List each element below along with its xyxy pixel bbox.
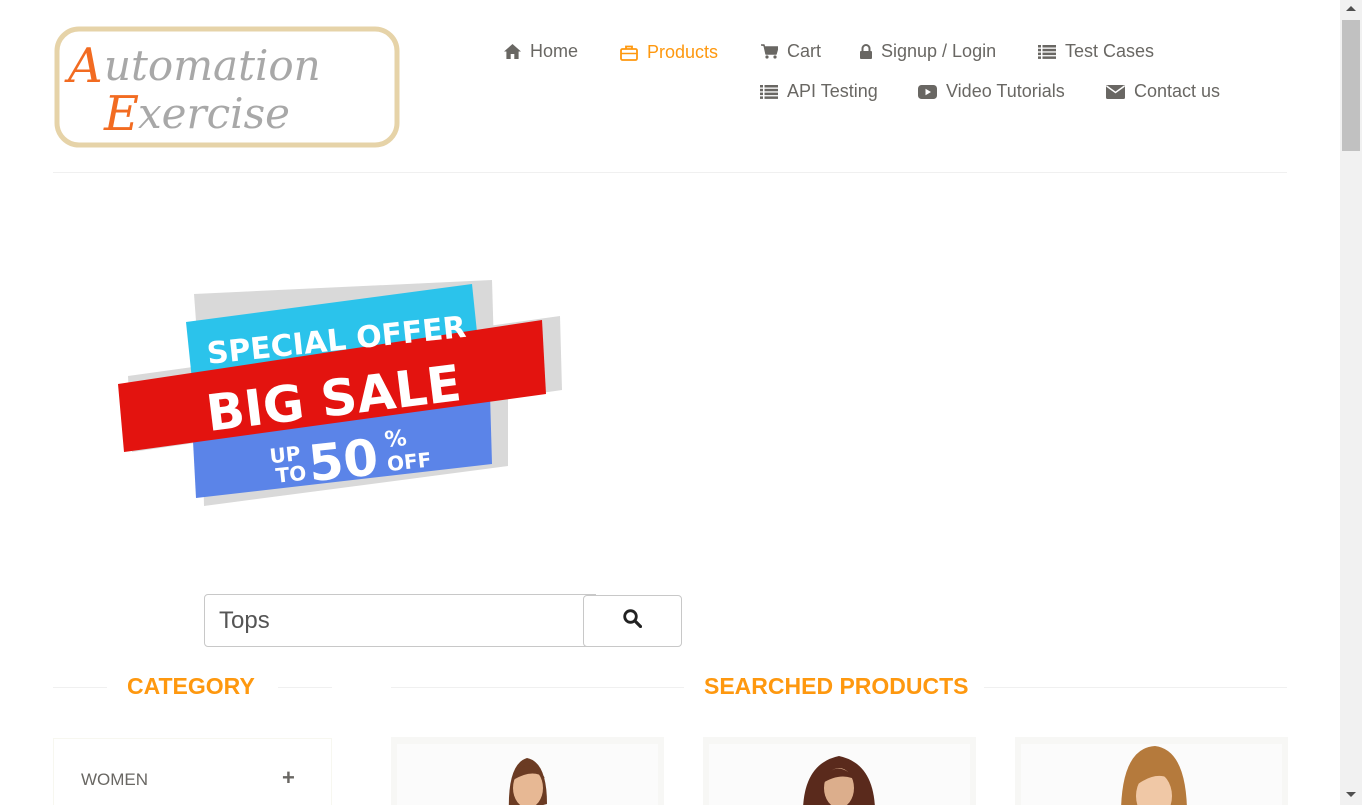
list-icon bbox=[1038, 44, 1056, 59]
logo-letter-a: A bbox=[64, 38, 103, 94]
product-image bbox=[397, 744, 658, 805]
cart-icon bbox=[761, 44, 778, 59]
product-card bbox=[391, 737, 664, 805]
youtube-play-icon bbox=[918, 84, 937, 99]
category-heading-line-right bbox=[278, 687, 332, 688]
product-image bbox=[709, 744, 970, 805]
product-card bbox=[703, 737, 976, 805]
logo-letter-e: E bbox=[103, 86, 139, 142]
nav-label: Contact us bbox=[1134, 81, 1221, 101]
scroll-down-arrow-icon[interactable] bbox=[1346, 792, 1356, 797]
nav-products[interactable]: Products bbox=[620, 42, 718, 63]
page-scrollbar[interactable] bbox=[1340, 0, 1362, 805]
nav-label: Video Tutorials bbox=[946, 81, 1065, 101]
nav-signup-login[interactable]: Signup / Login bbox=[860, 41, 996, 62]
banner-off: OFF bbox=[386, 448, 433, 477]
briefcase-icon bbox=[620, 45, 638, 61]
banner-to: TO bbox=[274, 461, 307, 488]
products-heading-line-left bbox=[391, 687, 684, 688]
logo-line2-rest: xercise bbox=[138, 89, 290, 138]
nav-label: Cart bbox=[787, 41, 822, 61]
searched-products-heading: SEARCHED PRODUCTS bbox=[704, 673, 969, 699]
nav-label: Products bbox=[647, 42, 719, 62]
nav-label: Test Cases bbox=[1065, 41, 1155, 61]
home-icon bbox=[504, 44, 521, 59]
category-heading: CATEGORY bbox=[127, 673, 255, 699]
banner-percent: % bbox=[383, 426, 408, 453]
plus-icon[interactable]: + bbox=[282, 767, 295, 789]
lock-icon bbox=[860, 44, 872, 59]
category-women[interactable]: WOMEN bbox=[81, 770, 148, 790]
category-heading-line-left bbox=[53, 687, 107, 688]
nav-test-cases[interactable]: Test Cases bbox=[1038, 41, 1154, 62]
logo-line1-rest: utomation bbox=[104, 41, 321, 90]
nav-video-tutorials[interactable]: Video Tutorials bbox=[918, 81, 1065, 102]
nav-label: API Testing bbox=[787, 81, 878, 101]
product-card bbox=[1015, 737, 1288, 805]
nav-label: Signup / Login bbox=[881, 41, 997, 61]
products-heading-line-right bbox=[984, 687, 1287, 688]
search-button[interactable] bbox=[583, 595, 682, 647]
nav-api-testing[interactable]: API Testing bbox=[760, 81, 878, 102]
scroll-up-arrow-icon[interactable] bbox=[1346, 6, 1356, 11]
envelope-icon bbox=[1106, 84, 1125, 99]
nav-cart[interactable]: Cart bbox=[761, 41, 821, 62]
category-panel: WOMEN + bbox=[53, 738, 332, 805]
product-image bbox=[1021, 744, 1282, 805]
nav-home[interactable]: Home bbox=[504, 41, 578, 62]
sale-banner: SPECIAL OFFER BIG SALE UP TO 50 % OFF bbox=[118, 280, 562, 506]
scroll-thumb[interactable] bbox=[1342, 20, 1360, 151]
search-icon bbox=[623, 609, 643, 633]
site-logo[interactable]: A utomation E xercise bbox=[54, 26, 400, 148]
nav-contact-us[interactable]: Contact us bbox=[1106, 81, 1220, 102]
header-divider bbox=[53, 172, 1287, 173]
banner-amount: 50 bbox=[306, 428, 381, 493]
list-icon bbox=[760, 84, 778, 99]
nav-label: Home bbox=[530, 41, 579, 61]
search-input[interactable] bbox=[204, 594, 596, 647]
